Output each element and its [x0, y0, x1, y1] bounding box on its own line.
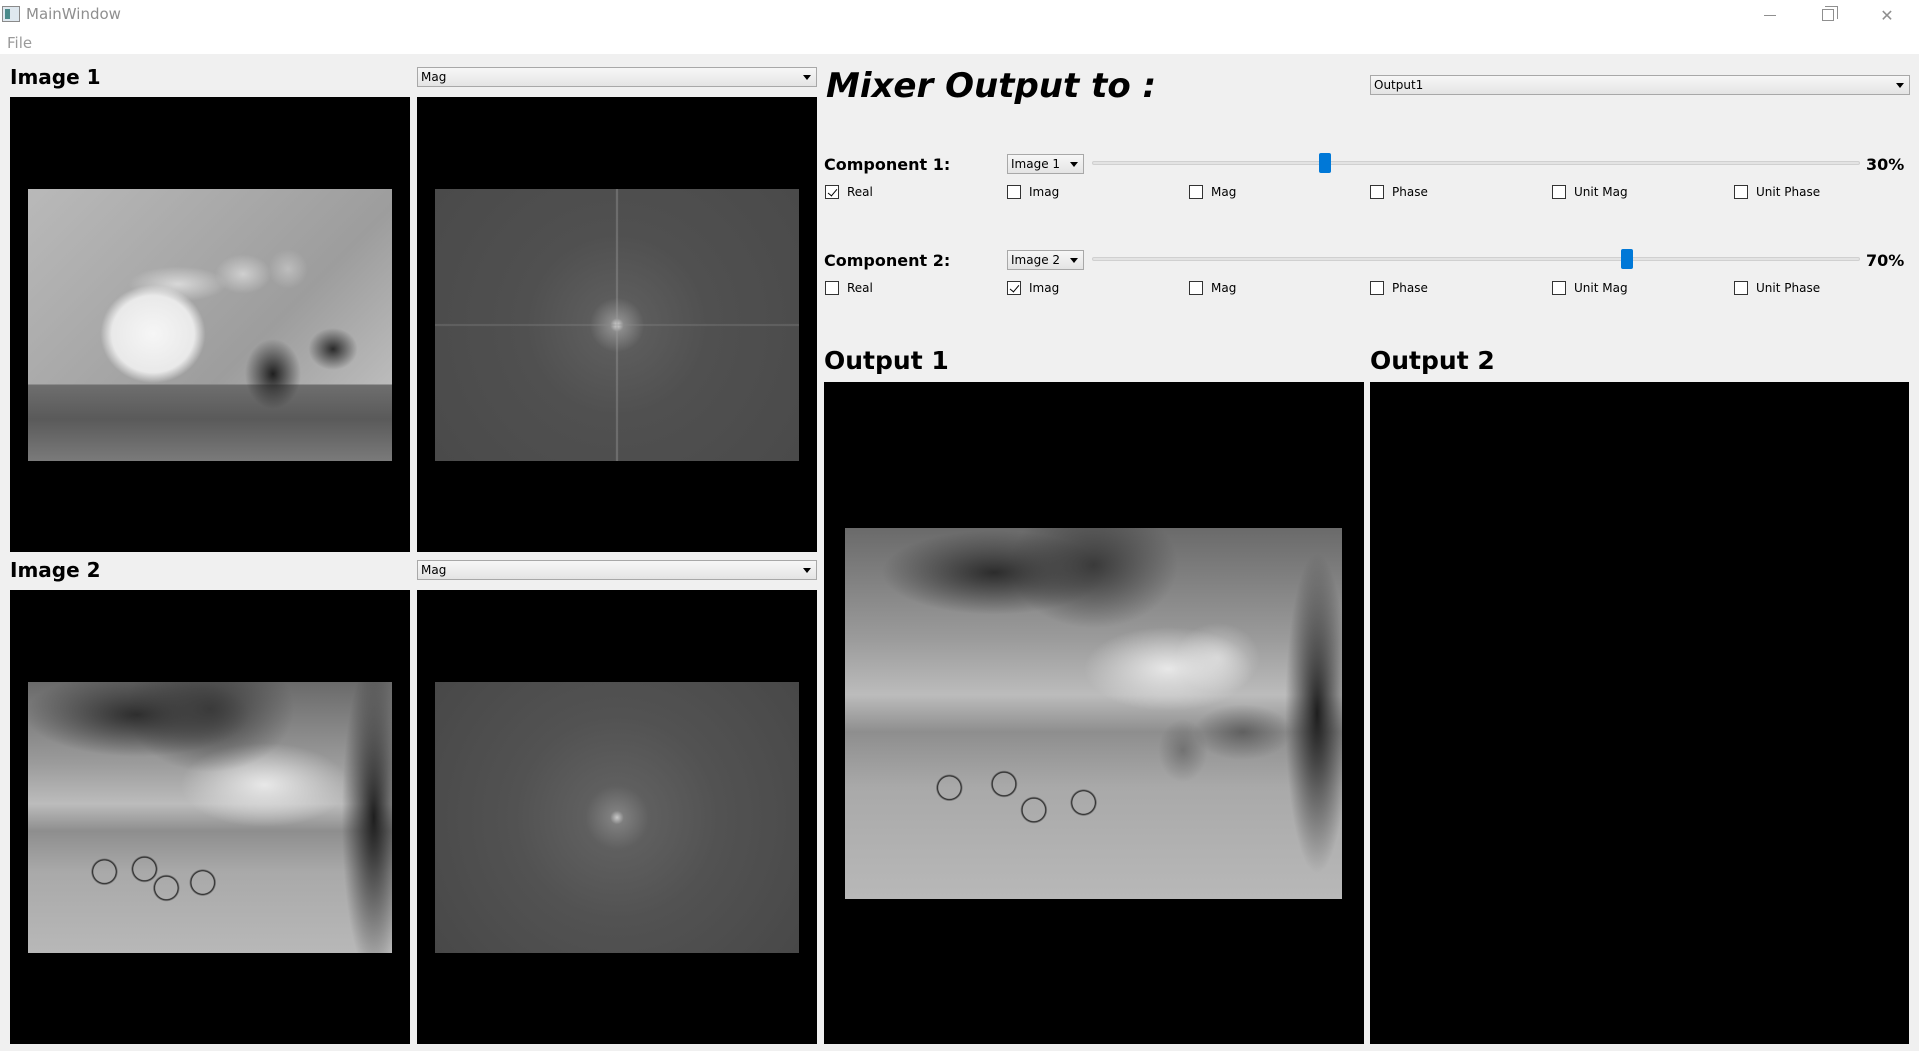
- image2-component-select[interactable]: Mag: [417, 560, 817, 580]
- restore-icon: [1822, 6, 1838, 21]
- component2-real-checkbox[interactable]: Real: [825, 281, 873, 295]
- image2-component-viewer[interactable]: [417, 590, 817, 1044]
- component2-slider-handle[interactable]: [1621, 249, 1633, 269]
- chevron-down-icon: [1896, 83, 1904, 88]
- image1-component-select[interactable]: Mag: [417, 67, 817, 87]
- window-title: MainWindow: [26, 5, 121, 23]
- component1-percent: 30%: [1866, 155, 1905, 174]
- output-target-select[interactable]: Output1: [1370, 75, 1910, 95]
- component1-slider[interactable]: [1092, 161, 1860, 165]
- checkbox-box: [1734, 185, 1748, 199]
- component1-unit-phase-checkbox[interactable]: Unit Phase: [1734, 185, 1820, 199]
- checkbox-box: [825, 185, 839, 199]
- image1-viewer[interactable]: [10, 97, 410, 552]
- close-icon: ✕: [1880, 5, 1894, 25]
- component2-unit-mag-checkbox[interactable]: Unit Mag: [1552, 281, 1628, 295]
- component2-source-value: Image 2: [1011, 253, 1061, 267]
- mixer-heading: Mixer Output to :: [826, 66, 1157, 106]
- checkbox-label: Imag: [1029, 281, 1060, 295]
- output2-viewer[interactable]: [1370, 382, 1909, 1044]
- checkbox-label: Phase: [1392, 185, 1428, 199]
- checkbox-box: [1552, 281, 1566, 295]
- output-target-select-value: Output1: [1374, 78, 1424, 92]
- checkbox-label: Mag: [1211, 281, 1237, 295]
- checkbox-label: Unit Phase: [1756, 185, 1821, 199]
- image2-component-select-value: Mag: [421, 563, 447, 577]
- checkbox-box: [825, 281, 839, 295]
- close-button[interactable]: ✕: [1858, 0, 1916, 30]
- component1-unit-mag-checkbox[interactable]: Unit Mag: [1552, 185, 1628, 199]
- app-icon: [2, 6, 20, 22]
- component2-slider[interactable]: [1092, 257, 1860, 261]
- checkbox-box: [1734, 281, 1748, 295]
- output1-heading: Output 1: [824, 346, 949, 375]
- image2-picture: [28, 682, 392, 953]
- component1-slider-handle[interactable]: [1319, 153, 1331, 173]
- component1-source-select[interactable]: Image 1: [1007, 154, 1084, 174]
- checkbox-label: Real: [847, 281, 873, 295]
- checkbox-label: Unit Mag: [1574, 281, 1628, 295]
- menu-file[interactable]: File: [7, 34, 32, 52]
- chevron-down-icon: [803, 75, 811, 80]
- image2-heading: Image 2: [10, 558, 101, 582]
- checkbox-label: Unit Phase: [1756, 281, 1821, 295]
- output1-viewer[interactable]: [824, 382, 1364, 1044]
- image1-picture: [28, 189, 392, 461]
- image1-spectrum: [435, 189, 799, 461]
- minimize-icon: [1764, 14, 1776, 16]
- chevron-down-icon: [1070, 162, 1078, 167]
- image2-viewer[interactable]: [10, 590, 410, 1044]
- component1-source-value: Image 1: [1011, 157, 1061, 171]
- image2-spectrum: [435, 682, 799, 953]
- checkbox-box: [1189, 281, 1203, 295]
- checkbox-label: Real: [847, 185, 873, 199]
- checkbox-box: [1552, 185, 1566, 199]
- menu-bar: File: [0, 30, 1919, 54]
- component2-percent: 70%: [1866, 251, 1905, 270]
- output2-heading: Output 2: [1370, 346, 1495, 375]
- checkbox-label: Phase: [1392, 281, 1428, 295]
- checkbox-label: Imag: [1029, 185, 1060, 199]
- image1-component-viewer[interactable]: [417, 97, 817, 552]
- chevron-down-icon: [803, 568, 811, 573]
- component1-label: Component 1:: [824, 155, 951, 174]
- image1-component-select-value: Mag: [421, 70, 447, 84]
- checkbox-box: [1370, 281, 1384, 295]
- minimize-button[interactable]: [1741, 0, 1799, 30]
- chevron-down-icon: [1070, 258, 1078, 263]
- checkbox-box: [1007, 281, 1021, 295]
- checkbox-box: [1189, 185, 1203, 199]
- image1-heading: Image 1: [10, 65, 101, 89]
- checkbox-label: Mag: [1211, 185, 1237, 199]
- output1-picture: [845, 528, 1342, 899]
- component1-imag-checkbox[interactable]: Imag: [1007, 185, 1059, 199]
- component2-label: Component 2:: [824, 251, 951, 270]
- component1-real-checkbox[interactable]: Real: [825, 185, 873, 199]
- checkbox-box: [1007, 185, 1021, 199]
- component2-imag-checkbox[interactable]: Imag: [1007, 281, 1059, 295]
- component1-mag-checkbox[interactable]: Mag: [1189, 185, 1236, 199]
- checkbox-box: [1370, 185, 1384, 199]
- component2-unit-phase-checkbox[interactable]: Unit Phase: [1734, 281, 1820, 295]
- component2-phase-checkbox[interactable]: Phase: [1370, 281, 1428, 295]
- checkbox-label: Unit Mag: [1574, 185, 1628, 199]
- component2-source-select[interactable]: Image 2: [1007, 250, 1084, 270]
- restore-button[interactable]: [1799, 0, 1857, 30]
- component2-mag-checkbox[interactable]: Mag: [1189, 281, 1236, 295]
- component1-phase-checkbox[interactable]: Phase: [1370, 185, 1428, 199]
- title-bar: MainWindow ✕: [0, 0, 1919, 30]
